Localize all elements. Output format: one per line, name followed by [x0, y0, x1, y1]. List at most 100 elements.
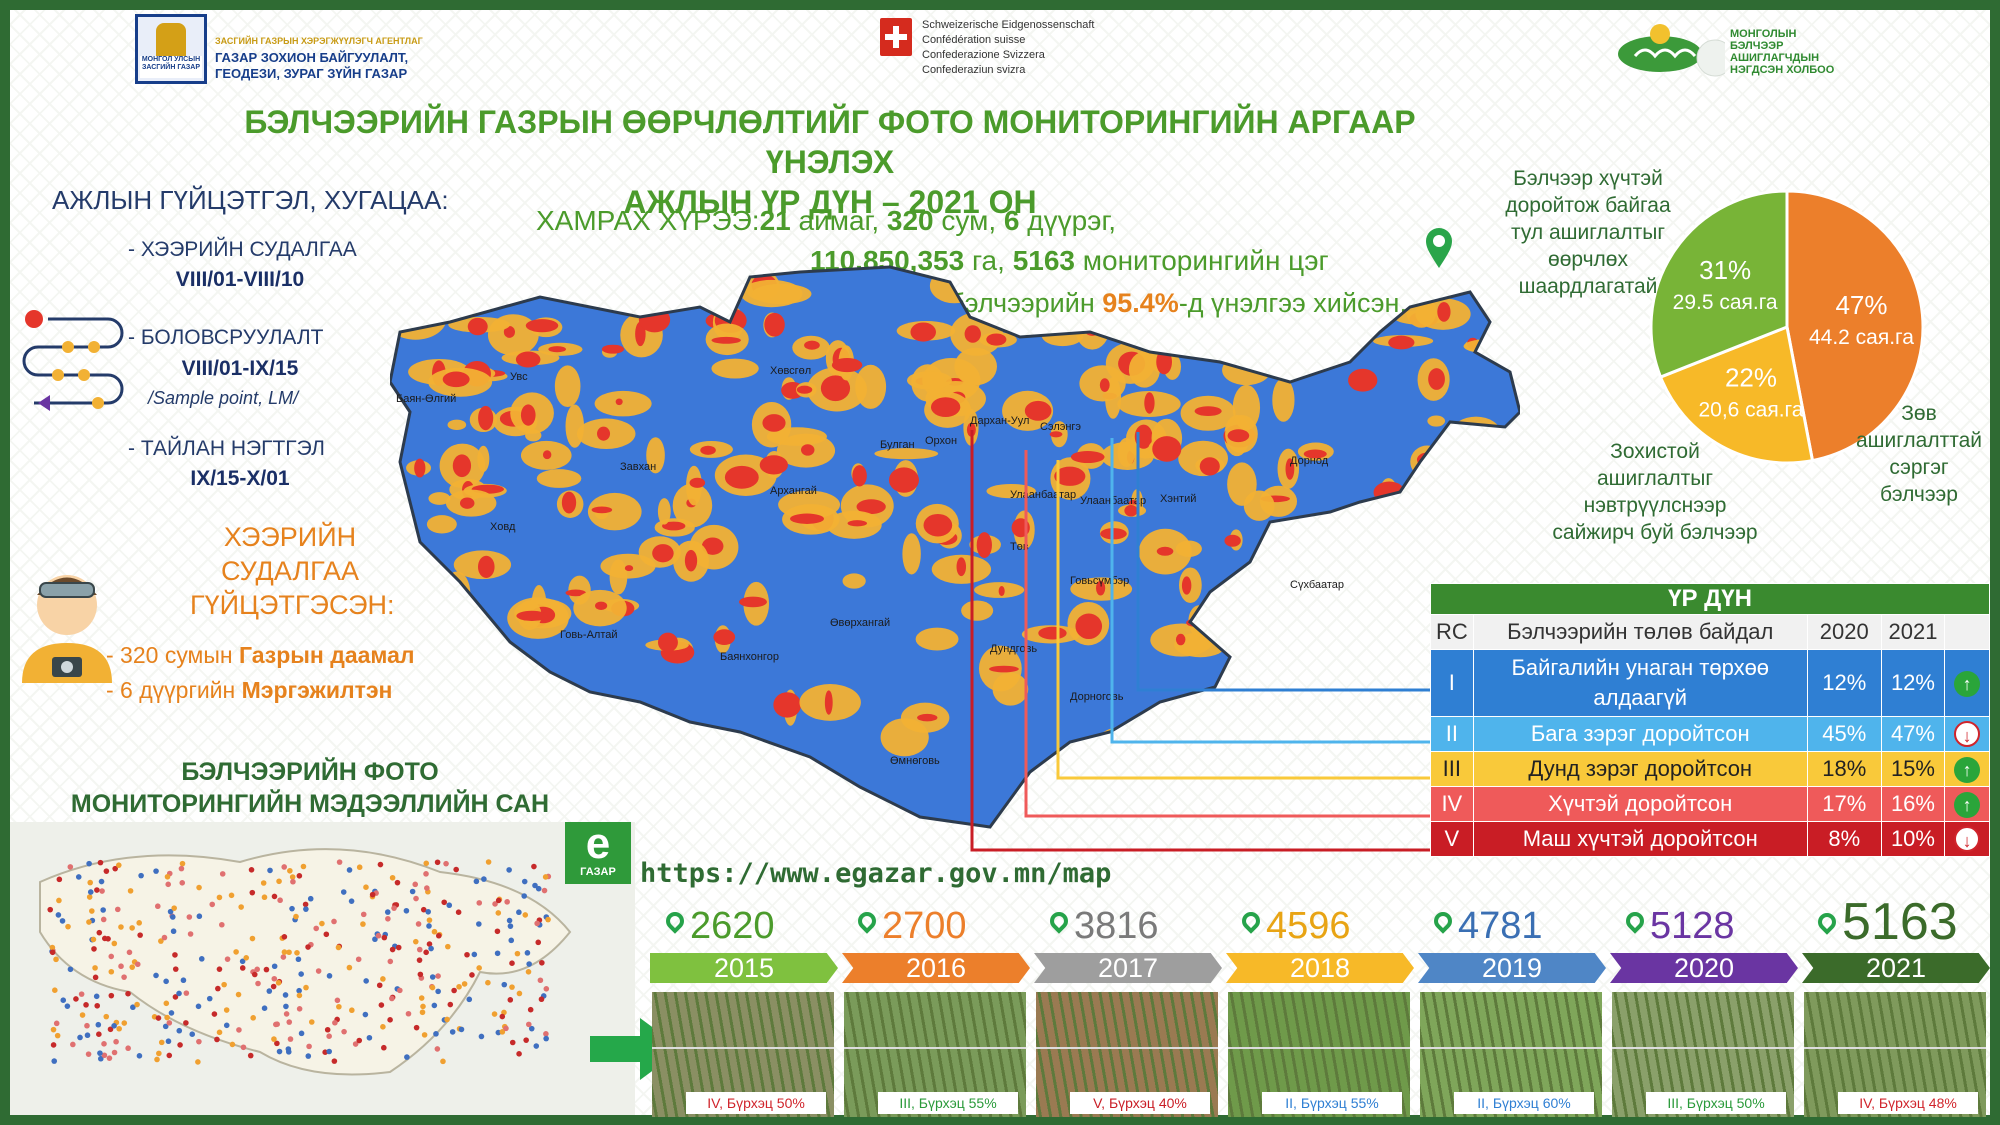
map-condition-patch	[1445, 556, 1458, 575]
monitoring-point-dot	[394, 879, 401, 886]
pasture-photo[interactable]: IV, Бүрхэц 50%	[652, 992, 834, 1117]
agency-line-2: ГЕОДЕЗИ, ЗУРАГ ЗҮЙН ГАЗАР	[215, 66, 408, 81]
monitoring-point-dot	[356, 864, 363, 871]
monitoring-point-dot	[277, 897, 283, 904]
monitoring-point-dot	[296, 1005, 303, 1012]
monitoring-point-dot	[96, 1031, 102, 1037]
monitoring-point-dot	[176, 1027, 183, 1034]
photo-transect-line	[1612, 1047, 1794, 1049]
monitoring-point-dot	[533, 1043, 540, 1049]
map-province-label: Өмнөговь	[890, 755, 940, 767]
timeline-year-2019: 2019	[1418, 953, 1606, 983]
monitoring-point-dot	[369, 891, 376, 898]
pasture-photo[interactable]: III, Бүрхэц 55%	[844, 992, 1026, 1117]
map-condition-patch	[1262, 337, 1270, 350]
map-condition-patch	[796, 385, 813, 394]
coverage-label: ХАМРАХ ХҮРЭЭ:	[536, 205, 760, 236]
monitoring-point-dot	[380, 976, 386, 982]
map-condition-patch	[852, 465, 867, 487]
monitoring-point-dot	[136, 920, 142, 926]
map-condition-patch	[657, 498, 671, 525]
map-condition-patch	[652, 544, 674, 563]
map-condition-patch	[1427, 281, 1435, 298]
monitoring-point-dot	[100, 916, 107, 923]
results-trend-cell: ↑	[1944, 786, 1990, 822]
monitoring-point-dot	[189, 1031, 196, 1037]
pasture-photo[interactable]: IV, Бүрхэц 48%	[1804, 992, 1986, 1117]
results-row: V Маш хүчтэй доройтсон 8% 10% ↓	[1430, 821, 1990, 857]
map-condition-patch	[711, 358, 759, 379]
pasture-photo[interactable]: II, Бүрхэц 55%	[1228, 992, 1410, 1117]
monitoring-point-dot	[381, 934, 388, 941]
monitoring-point-dot	[114, 906, 121, 913]
monitoring-point-dot	[249, 889, 256, 896]
monitoring-point-dot	[456, 983, 462, 990]
monitoring-point-dot	[535, 939, 542, 946]
monitoring-point-dot	[423, 871, 429, 877]
monitoring-point-dot	[306, 1043, 312, 1050]
monitoring-point-dot	[97, 859, 104, 866]
pie-annotation-line: доройтож байгаа	[1505, 194, 1671, 217]
field-survey-heading: ХЭЭРИЙН СУДАЛГАА ГҮЙЦЭТГЭСЭН:	[190, 520, 395, 622]
pasture-photo[interactable]: V, Бүрхэц 40%	[1036, 992, 1218, 1117]
results-table: ҮР ДҮН RC Бэлчээрийн төлөв байдал 2020 2…	[1430, 583, 1990, 857]
map-condition-patch	[426, 515, 457, 534]
monitoring-point-dot	[413, 895, 419, 902]
swiss-line: Confederaziun svizra	[922, 64, 1026, 76]
herders-association-name: МОНГОЛЫН БЭЛЧЭЭР АШИГЛАГЧДЫН НЭГДСЭН ХОЛ…	[1730, 28, 1860, 76]
timeline-year-2017: 2017	[1034, 953, 1222, 983]
monitoring-point-dot	[154, 1056, 160, 1063]
monitoring-point-dot	[293, 913, 299, 920]
map-condition-patch	[1428, 368, 1445, 390]
monitoring-point-dot	[100, 907, 106, 913]
monitoring-point-dot	[423, 949, 429, 956]
pasture-photo[interactable]: III, Бүрхэц 50%	[1612, 992, 1794, 1117]
monitoring-point-dot	[271, 893, 278, 900]
monitoring-point-dot	[172, 952, 178, 958]
monitoring-point-dot	[87, 889, 94, 895]
results-rc: III	[1430, 751, 1474, 787]
monitoring-point-dot	[307, 895, 314, 902]
map-condition-patch	[1125, 297, 1139, 322]
monitoring-point-dot	[281, 949, 288, 955]
monitoring-point-dot	[90, 936, 97, 943]
monitoring-point-dot	[64, 1003, 71, 1009]
monitoring-point-dot	[387, 958, 394, 965]
pie-slice-area: 44.2 сая.га	[1809, 326, 1914, 349]
monitoring-point-dot	[216, 1029, 223, 1036]
monitoring-point-dot	[154, 903, 161, 910]
map-condition-patch	[1200, 324, 1210, 333]
map-condition-patch	[542, 450, 552, 460]
monitoring-point-dot	[523, 1037, 529, 1043]
results-value-2020: 45%	[1806, 716, 1882, 752]
database-map-thumbnail[interactable]	[10, 822, 635, 1115]
monitoring-point-dot	[92, 965, 98, 971]
timeline-point-count: 4596	[1266, 905, 1351, 947]
monitoring-point-dot	[206, 995, 213, 1002]
monitoring-point-dot	[79, 1012, 86, 1018]
map-condition-patch	[1440, 267, 1484, 289]
monitoring-point-dot	[211, 1011, 218, 1017]
monitoring-point-dot	[508, 937, 515, 944]
map-province-label: Өвөрхангай	[830, 617, 890, 629]
coverage-aimag-count: 21	[759, 205, 791, 236]
monitoring-point-dot	[397, 987, 403, 994]
monitoring-point-dot	[216, 894, 223, 901]
egazar-map-link[interactable]: https://www.egazar.gov.mn/map	[640, 858, 1111, 889]
monitoring-point-dot	[247, 1052, 254, 1059]
pasture-photo[interactable]: II, Бүрхэц 60%	[1420, 992, 1602, 1117]
monitoring-point-dot	[93, 993, 100, 1000]
monitoring-point-dot	[521, 893, 527, 899]
pie-annotation-line: ашиглалттай	[1855, 429, 1983, 452]
monitoring-point-dot	[235, 991, 242, 998]
results-trend-cell: ↓	[1944, 716, 1990, 752]
monitoring-point-dot	[281, 934, 288, 940]
monitoring-point-dot	[389, 995, 395, 1002]
monitoring-point-dot	[296, 873, 303, 879]
map-condition-patch	[1444, 546, 1460, 554]
map-condition-patch	[591, 506, 613, 514]
monitoring-point-dot	[295, 956, 302, 963]
monitoring-point-dot	[481, 876, 487, 882]
results-status: Маш хүчтэй доройтсон	[1472, 821, 1808, 857]
timeline-count: 5128	[1622, 905, 1735, 948]
